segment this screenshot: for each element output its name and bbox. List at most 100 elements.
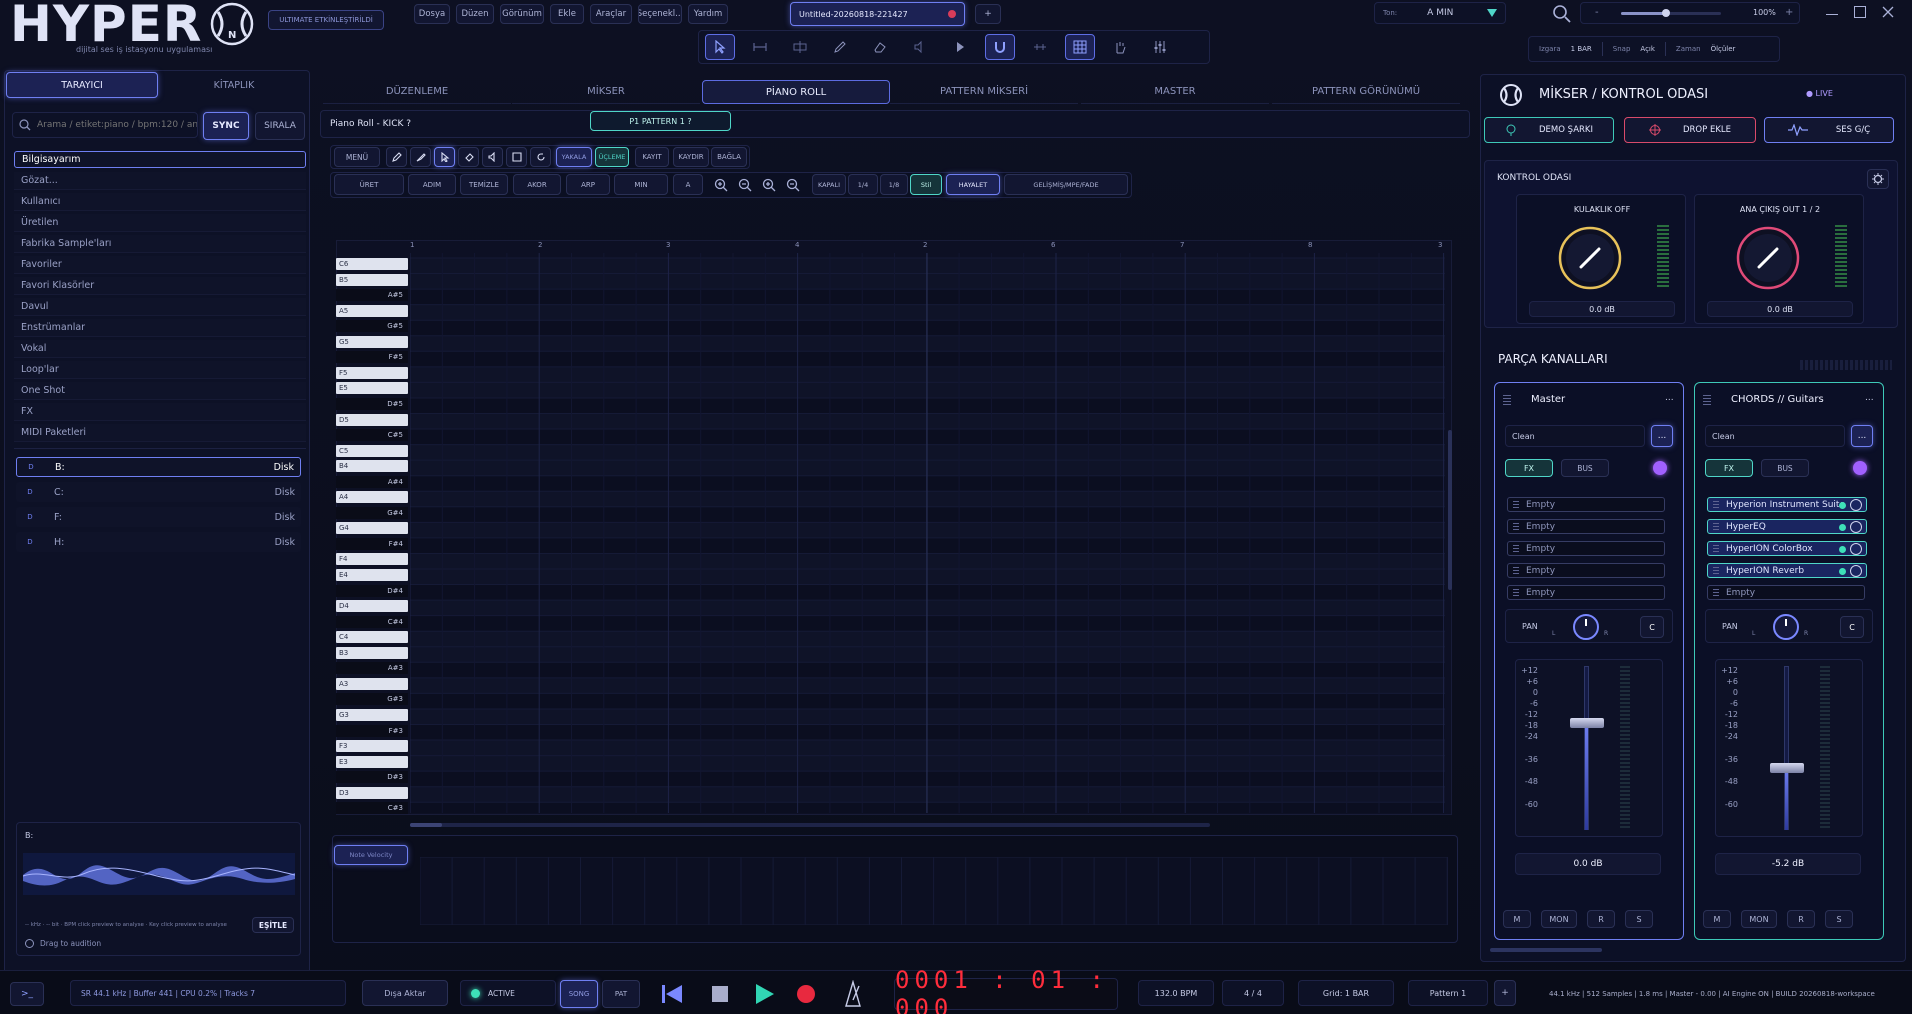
view-tab-5[interactable]: PATTERN GÖRÜNÜMÜ bbox=[1272, 80, 1460, 104]
piano-key[interactable]: A#5 bbox=[336, 289, 408, 302]
channel-button-s[interactable]: S bbox=[1625, 910, 1653, 928]
project-tab[interactable]: Untitled-20260818-221427 bbox=[790, 2, 965, 26]
piano-key[interactable]: C#3 bbox=[336, 802, 408, 815]
drag-handle-icon[interactable] bbox=[1703, 395, 1711, 405]
pattern-display[interactable]: Pattern 1 bbox=[1408, 980, 1488, 1006]
triplet-toggle[interactable]: ÜÇLEME bbox=[595, 147, 629, 167]
location-item[interactable]: Favori Klasörler bbox=[14, 277, 306, 295]
snap-value[interactable]: Açık bbox=[1640, 45, 1655, 53]
piano-key[interactable]: E4 bbox=[336, 569, 408, 581]
piano-key[interactable]: E3 bbox=[336, 755, 408, 768]
menu-item-4[interactable]: Araçlar bbox=[590, 4, 632, 24]
gen-tool-4[interactable]: ARP bbox=[566, 174, 610, 195]
location-item[interactable]: FX bbox=[14, 403, 306, 421]
bus-button[interactable]: BUS bbox=[1761, 459, 1809, 477]
drag-handle-icon[interactable] bbox=[1513, 523, 1519, 531]
time-signature[interactable]: 4 / 4 bbox=[1222, 980, 1284, 1006]
gen-tool-9[interactable]: 1/8 bbox=[880, 174, 908, 195]
piano-key[interactable]: C6 bbox=[336, 258, 408, 270]
tab-library[interactable]: KİTAPLIK bbox=[160, 72, 308, 98]
plugin-slot[interactable]: HyperEQ bbox=[1707, 519, 1867, 534]
piano-key[interactable]: B3 bbox=[336, 646, 408, 659]
piano-key[interactable]: C#4 bbox=[336, 615, 408, 628]
gen-tool-12[interactable]: GELİŞMİŞ/MPE/FADE bbox=[1004, 174, 1128, 195]
channel-menu-button[interactable]: ... bbox=[1865, 393, 1874, 403]
drop-add-button[interactable]: DROP EKLE bbox=[1624, 117, 1756, 143]
grid-view-icon[interactable] bbox=[1065, 34, 1095, 60]
location-item[interactable]: Kullanıcı bbox=[14, 193, 306, 211]
pattern-mode-button[interactable]: PAT bbox=[602, 980, 640, 1008]
audio-io-button[interactable]: SES G/Ç bbox=[1764, 117, 1894, 143]
gen-tool-1[interactable]: ADIM bbox=[408, 174, 456, 195]
menu-button[interactable]: MENÜ bbox=[334, 147, 380, 167]
zoom-slider[interactable] bbox=[1621, 9, 1721, 17]
menu-item-0[interactable]: Dosya bbox=[414, 4, 450, 24]
pointer-icon[interactable] bbox=[434, 147, 455, 167]
slip-tool-icon[interactable] bbox=[1025, 34, 1055, 60]
channel-button-r[interactable]: R bbox=[1587, 910, 1615, 928]
preset-select[interactable]: Clean bbox=[1705, 425, 1845, 447]
piano-key[interactable]: G5 bbox=[336, 335, 408, 348]
plugin-active-icon[interactable] bbox=[1839, 568, 1846, 575]
plugin-slot[interactable]: Empty bbox=[1507, 541, 1665, 556]
fader-handle[interactable] bbox=[1570, 718, 1604, 728]
close-icon[interactable] bbox=[948, 10, 956, 18]
piano-key[interactable]: F#5 bbox=[336, 351, 408, 364]
location-item[interactable]: One Shot bbox=[14, 382, 306, 400]
grid-display[interactable]: Grid: 1 BAR bbox=[1298, 980, 1394, 1006]
piano-key[interactable]: E5 bbox=[336, 382, 408, 395]
drag-handle-icon[interactable] bbox=[1513, 501, 1519, 509]
capture-toggle[interactable]: YAKALA bbox=[556, 147, 592, 167]
view-tab-4[interactable]: MASTER bbox=[1081, 80, 1269, 104]
piano-key[interactable]: G#3 bbox=[336, 693, 408, 706]
location-item[interactable]: Üretilen bbox=[14, 214, 306, 232]
fx-button[interactable]: FX bbox=[1505, 459, 1553, 477]
location-item[interactable]: Vokal bbox=[14, 340, 306, 358]
paint-icon[interactable] bbox=[458, 147, 479, 167]
match-button[interactable]: EŞİTLE bbox=[252, 917, 294, 933]
fx-button[interactable]: FX bbox=[1705, 459, 1753, 477]
piano-key[interactable]: G#5 bbox=[336, 320, 408, 333]
menu-item-3[interactable]: Ekle bbox=[550, 4, 584, 24]
browser-search-input[interactable] bbox=[37, 120, 197, 130]
time-display[interactable]: 0001 : 01 : 000 bbox=[894, 966, 1118, 1014]
square-icon[interactable] bbox=[506, 147, 527, 167]
gen-tool-3[interactable]: AKOR bbox=[513, 174, 561, 195]
location-item[interactable]: Loop'lar bbox=[14, 361, 306, 379]
color-dot[interactable] bbox=[1653, 461, 1667, 475]
plugin-active-icon[interactable] bbox=[1839, 524, 1846, 531]
drive-item[interactable]: D C: Disk bbox=[16, 482, 301, 502]
piano-key[interactable]: D#4 bbox=[336, 584, 408, 597]
drag-handle-icon[interactable] bbox=[1513, 567, 1519, 575]
channel-button-m[interactable]: M bbox=[1703, 910, 1731, 928]
note-grid[interactable] bbox=[410, 253, 1445, 813]
channel-button-mon[interactable]: MON bbox=[1541, 910, 1577, 928]
record-button[interactable]: KAYIT bbox=[635, 147, 669, 167]
piano-key[interactable]: A4 bbox=[336, 491, 408, 504]
record-icon[interactable] bbox=[796, 984, 816, 1004]
plugin-slot[interactable]: Empty bbox=[1507, 585, 1665, 600]
sync-button[interactable]: SYNC bbox=[203, 112, 249, 140]
piano-key[interactable]: C5 bbox=[336, 444, 408, 457]
location-item[interactable]: Gözat... bbox=[14, 172, 306, 190]
plugin-active-icon[interactable] bbox=[1839, 502, 1846, 509]
piano-key[interactable]: G#4 bbox=[336, 506, 408, 519]
view-tab-2[interactable]: PİANO ROLL bbox=[702, 80, 890, 104]
location-item[interactable]: Enstrümanlar bbox=[14, 319, 306, 337]
pan-center-button[interactable]: C bbox=[1640, 616, 1664, 638]
piano-key[interactable]: C4 bbox=[336, 631, 408, 644]
velocity-lane-selector[interactable]: Note Velocity bbox=[334, 845, 408, 865]
piano-key[interactable]: D5 bbox=[336, 413, 408, 426]
pencil-icon[interactable] bbox=[386, 147, 407, 167]
drag-handle-icon[interactable] bbox=[1713, 567, 1719, 575]
horizontal-scrollbar[interactable] bbox=[410, 823, 1210, 827]
menu-item-1[interactable]: Düzen bbox=[456, 4, 494, 24]
zoom-out-button[interactable]: - bbox=[1595, 7, 1599, 18]
link-button[interactable]: BAĞLA bbox=[711, 147, 747, 167]
channel-button-r[interactable]: R bbox=[1787, 910, 1815, 928]
piano-key[interactable]: F#4 bbox=[336, 537, 408, 550]
eraser-tool-icon[interactable] bbox=[865, 34, 895, 60]
zoom-slider-handle[interactable] bbox=[1662, 9, 1670, 17]
zoom-in-button[interactable]: + bbox=[1785, 7, 1793, 18]
view-tab-0[interactable]: DÜZENLEME bbox=[323, 80, 511, 104]
